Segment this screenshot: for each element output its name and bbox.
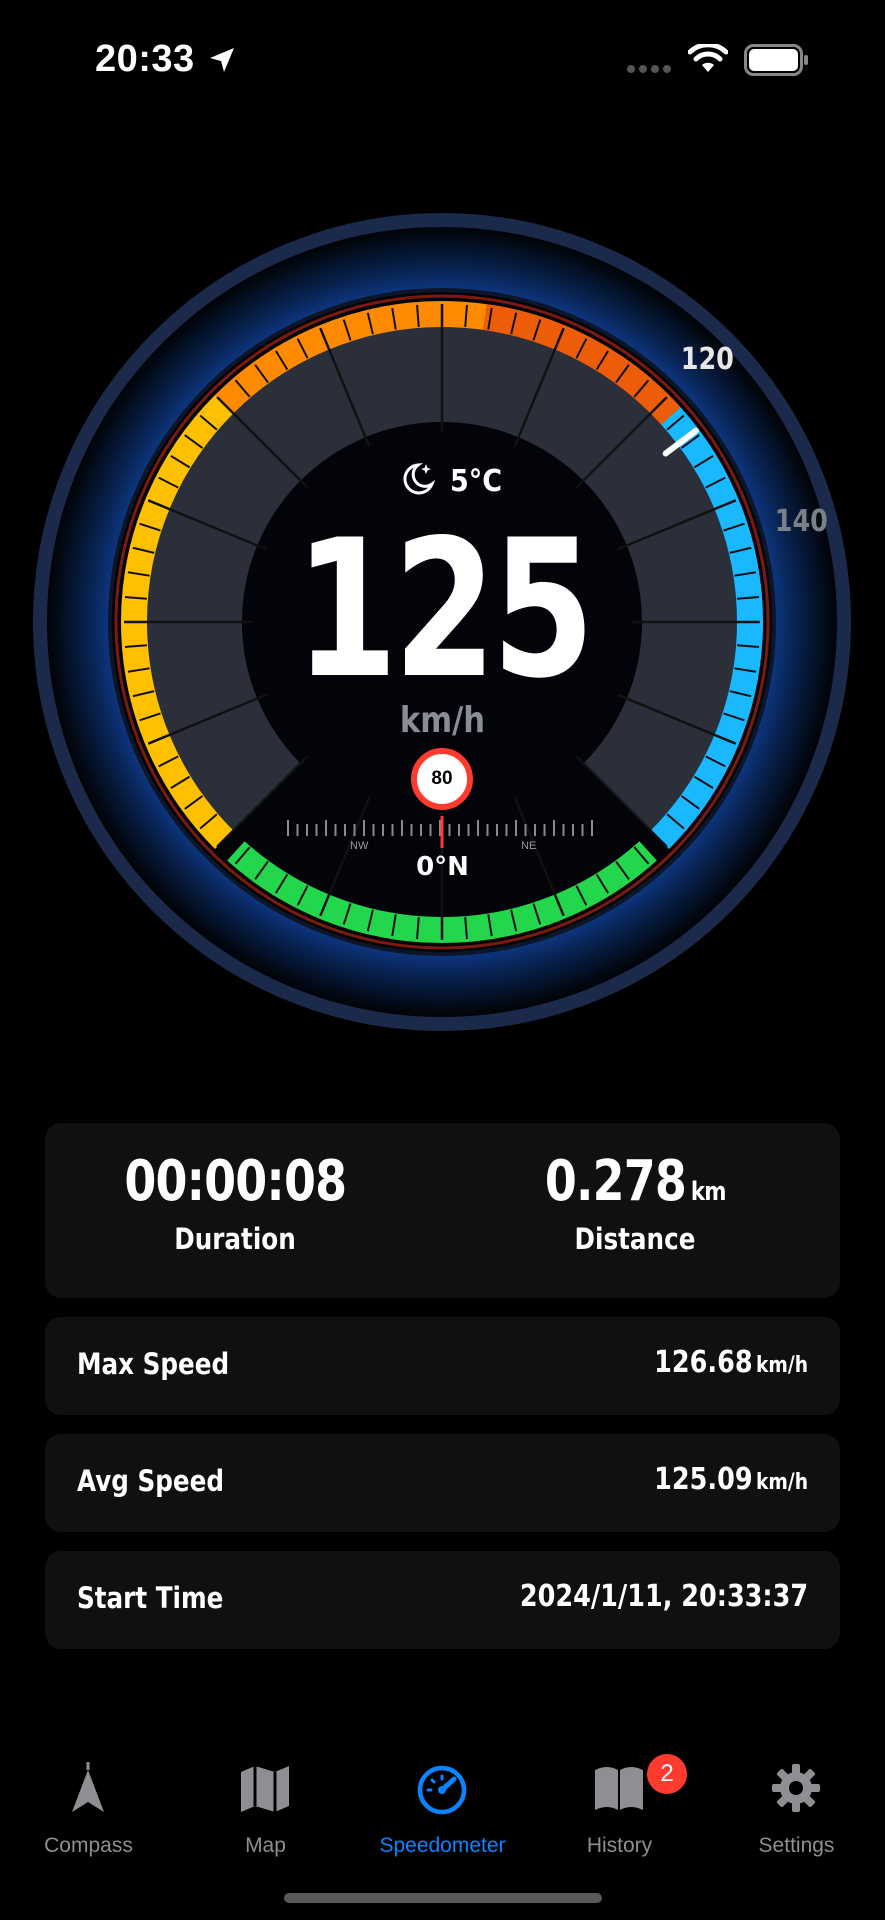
tab-speedometer[interactable]: Speedometer	[354, 1740, 531, 1860]
tab-speedometer-label: Speedometer	[379, 1834, 506, 1857]
start-time-value: 2024/1/11, 20:33:37	[519, 1579, 808, 1614]
distance-label: Distance	[574, 1222, 696, 1256]
home-indicator	[284, 1893, 602, 1903]
tab-map[interactable]: Map	[177, 1740, 354, 1860]
distance-stat: 0.278 km Distance	[445, 1149, 825, 1256]
map-icon	[241, 1766, 289, 1812]
tab-bar: Compass Map Speedometer 2 History Settin…	[0, 1740, 885, 1870]
tab-settings-label: Settings	[758, 1834, 835, 1857]
current-speed: 125	[294, 499, 595, 720]
tab-compass-label: Compass	[44, 1834, 133, 1857]
location-arrow-icon	[210, 48, 234, 72]
moon-stars-icon	[403, 463, 436, 495]
avg-speed-value: 125.09	[654, 1462, 753, 1497]
temperature-label: 5°C	[450, 464, 503, 499]
avg-speed-label: Avg Speed	[77, 1464, 224, 1498]
tab-history-label: History	[586, 1834, 653, 1857]
tab-map-label: Map	[245, 1834, 286, 1857]
distance-value-wrap: 0.278 km	[544, 1149, 727, 1214]
avg-speed-unit: km/h	[755, 1470, 808, 1495]
trip-summary-card: 00:00:08 Duration 0.278 km Distance	[45, 1123, 840, 1298]
distance-value: 0.278	[544, 1149, 687, 1214]
speed-limit-value: 80	[431, 768, 453, 789]
weather-indicator: 5°C	[400, 460, 520, 500]
status-time: 20:33	[95, 38, 195, 80]
history-badge: 2	[647, 1754, 687, 1794]
max-speed-row: Max Speed 126.68 km/h	[45, 1317, 840, 1415]
compass-icon	[72, 1762, 104, 1812]
compass-label-nw: NW	[350, 840, 369, 852]
start-time-label: Start Time	[77, 1581, 224, 1615]
max-speed-value-wrap: 126.68 km/h	[654, 1345, 808, 1380]
tab-history[interactable]: 2 History	[531, 1740, 708, 1860]
gear-icon	[772, 1764, 820, 1812]
tab-compass[interactable]: Compass	[0, 1740, 177, 1860]
duration-stat: 00:00:08 Duration	[45, 1149, 425, 1256]
duration-label: Duration	[174, 1222, 296, 1256]
max-speed-value: 126.68	[654, 1345, 753, 1380]
start-time-row: Start Time 2024/1/11, 20:33:37	[45, 1551, 840, 1649]
book-icon	[595, 1767, 643, 1810]
tab-settings[interactable]: Settings	[708, 1740, 885, 1860]
heading-readout: 0°N	[416, 852, 469, 882]
speedometer-icon	[417, 1765, 467, 1815]
avg-speed-row: Avg Speed 125.09 km/h	[45, 1434, 840, 1532]
avg-speed-value-wrap: 125.09 km/h	[654, 1462, 808, 1497]
wifi-icon	[688, 44, 728, 72]
duration-value: 00:00:08	[124, 1149, 347, 1214]
max-speed-label: Max Speed	[77, 1347, 230, 1381]
compass-label-ne: NE	[521, 840, 537, 852]
battery-icon	[744, 44, 808, 76]
cellular-signal-icon	[627, 65, 671, 73]
speed-limit-sign[interactable]: 80	[411, 748, 473, 810]
distance-unit: km	[690, 1177, 727, 1207]
speed-unit: km/h	[399, 700, 486, 741]
gauge-tick-label-120: 120	[680, 342, 734, 377]
status-bar: 20:33	[0, 0, 885, 120]
max-speed-unit: km/h	[755, 1353, 808, 1378]
